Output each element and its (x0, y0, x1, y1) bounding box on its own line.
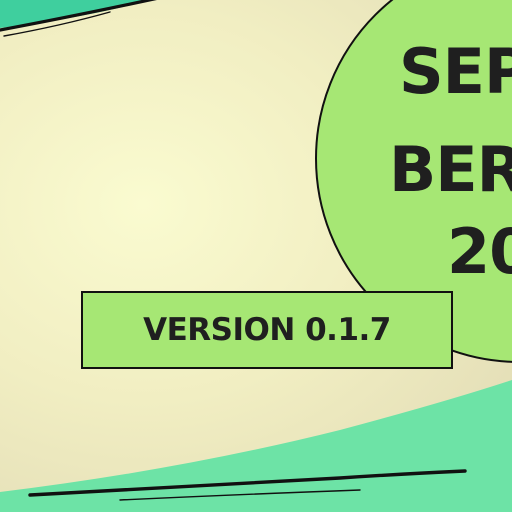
banner: SEP BER 20 VERSION 0.1.7 (0, 0, 512, 512)
date-badge-month-part-1: SEP (399, 35, 512, 108)
version-label: VERSION 0.1.7 (143, 312, 391, 348)
date-badge-year: 20 (447, 215, 512, 288)
version-box: VERSION 0.1.7 (81, 291, 453, 369)
date-badge-month-part-2: BER (389, 133, 512, 206)
